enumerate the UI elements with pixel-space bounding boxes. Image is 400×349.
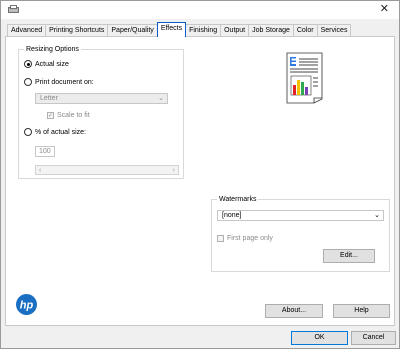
chevron-down-icon: ⌄ xyxy=(158,95,164,102)
print-document-on-label: Print document on: xyxy=(35,78,94,86)
resizing-options-title: Resizing Options xyxy=(24,45,81,54)
watermarks-title: Watermarks xyxy=(217,195,259,204)
about-button[interactable]: About... xyxy=(265,304,323,318)
watermark-select[interactable]: [none] ⌄ xyxy=(217,210,384,221)
cancel-button[interactable]: Cancel xyxy=(351,331,396,345)
first-page-only-label: First page only xyxy=(227,235,273,242)
watermarks-group: Watermarks [none] ⌄ First page only Edit… xyxy=(211,195,390,272)
effects-panel: Resizing Options Actual size Print docum… xyxy=(5,36,395,326)
first-page-only-option[interactable]: First page only xyxy=(217,235,273,242)
tab-strip: Advanced Printing Shortcuts Paper/Qualit… xyxy=(7,22,352,37)
svg-text:hp: hp xyxy=(20,300,34,312)
percent-actual-size-label: % of actual size: xyxy=(35,128,86,136)
slider-right-arrow-icon[interactable]: › xyxy=(173,166,175,175)
edit-watermark-button[interactable]: Edit... xyxy=(323,249,375,263)
printer-icon xyxy=(8,5,19,13)
print-document-on-radio[interactable] xyxy=(24,78,32,86)
close-icon[interactable]: ✕ xyxy=(380,3,389,15)
watermark-value: [none] xyxy=(222,212,242,219)
slider-left-arrow-icon[interactable]: ‹ xyxy=(39,166,41,175)
printer-properties-dialog: ✕ Advanced Printing Shortcuts Paper/Qual… xyxy=(0,0,400,349)
hp-logo-mark: hp xyxy=(20,300,34,312)
paper-size-value: Letter xyxy=(40,95,58,102)
print-document-on-option[interactable]: Print document on: xyxy=(24,78,94,86)
actual-size-label: Actual size xyxy=(35,60,69,68)
help-button[interactable]: Help xyxy=(333,304,390,318)
resizing-options-group: Resizing Options Actual size Print docum… xyxy=(18,45,184,179)
actual-size-option[interactable]: Actual size xyxy=(24,60,69,68)
chevron-down-icon: ⌄ xyxy=(374,212,380,219)
ok-button[interactable]: OK xyxy=(291,331,348,345)
actual-size-radio[interactable] xyxy=(24,60,32,68)
scale-to-fit-option[interactable]: ✓ Scale to fit xyxy=(47,112,90,119)
percent-slider[interactable]: ‹ › xyxy=(35,165,179,175)
page-preview-icon xyxy=(286,52,323,104)
title-bar: ✕ xyxy=(1,1,399,19)
paper-size-select[interactable]: Letter ⌄ xyxy=(35,93,168,104)
hp-logo: hp xyxy=(16,294,37,315)
percent-actual-size-radio[interactable] xyxy=(24,128,32,136)
scale-to-fit-label: Scale to fit xyxy=(57,112,90,119)
first-page-only-checkbox[interactable] xyxy=(217,235,224,242)
percent-actual-size-option[interactable]: % of actual size: xyxy=(24,128,86,136)
scale-to-fit-checkbox[interactable]: ✓ xyxy=(47,112,54,119)
tab-effects[interactable]: Effects xyxy=(156,22,187,37)
percent-input[interactable]: 100 xyxy=(35,146,55,157)
